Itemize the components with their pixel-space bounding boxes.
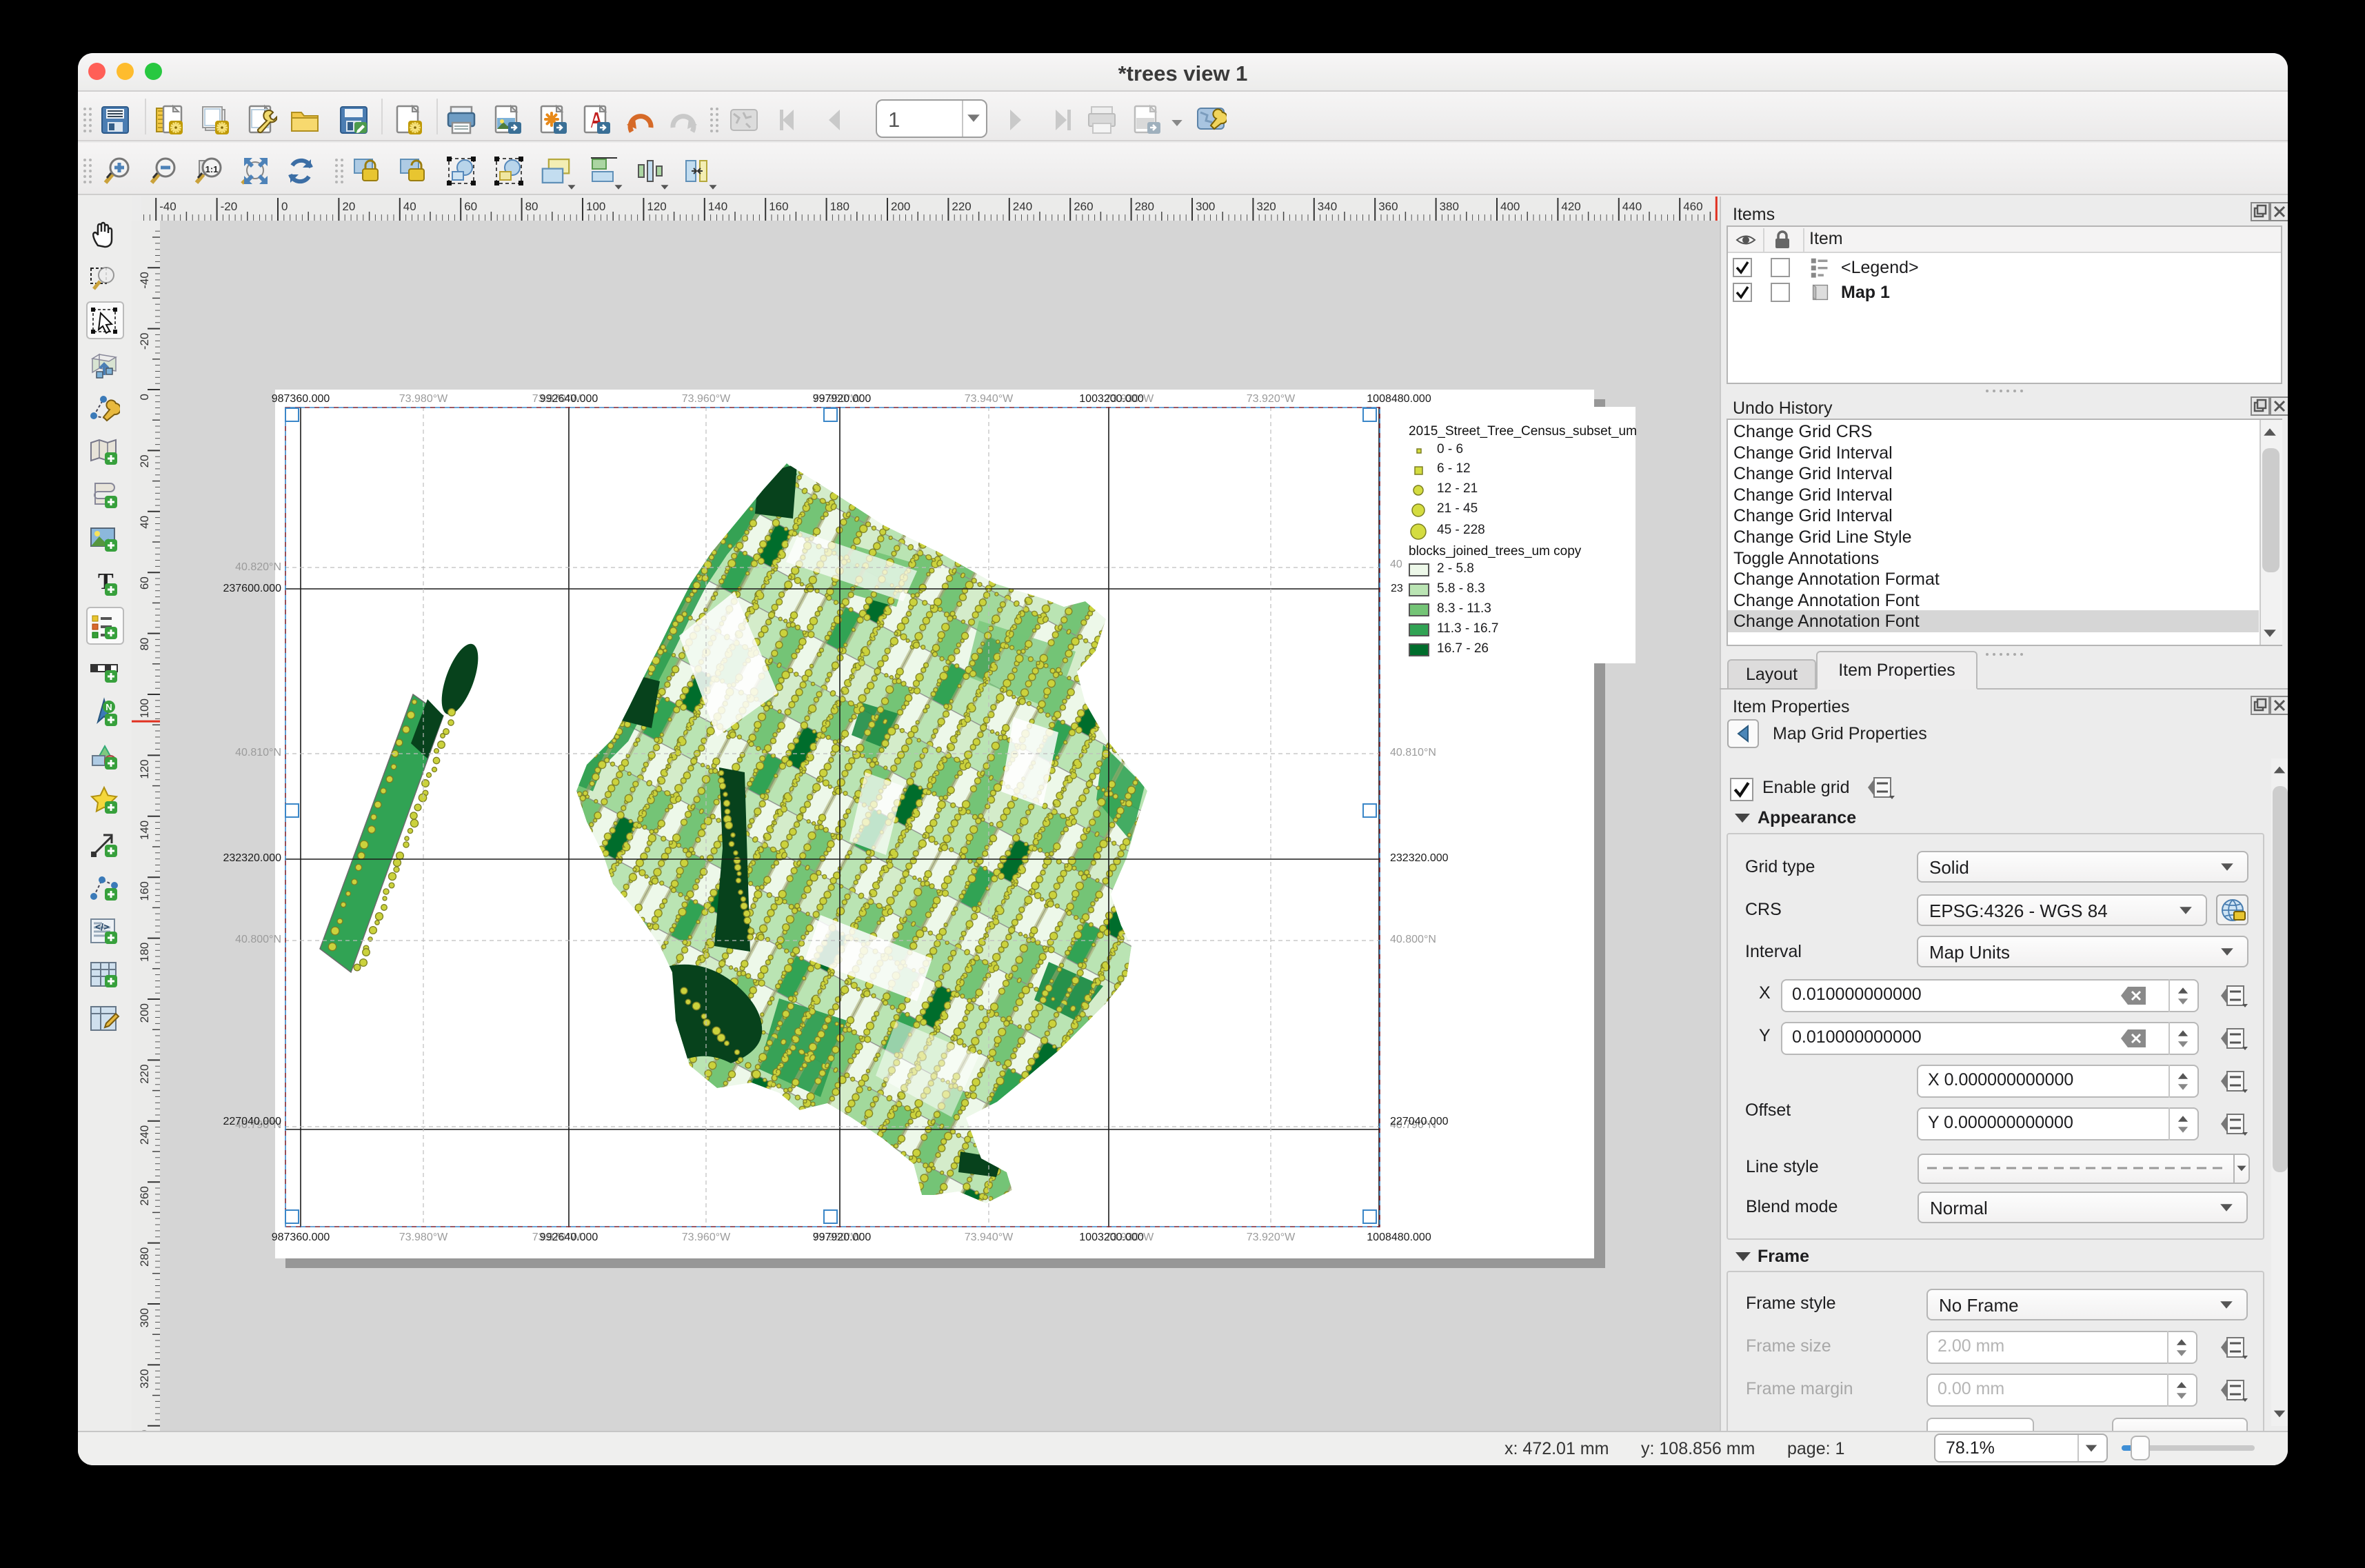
svg-text:260: 260	[138, 1186, 151, 1205]
svg-text:280: 280	[138, 1247, 151, 1267]
svg-text:380: 380	[1440, 200, 1459, 213]
svg-text:-20: -20	[138, 333, 151, 350]
svg-text:40: 40	[403, 200, 416, 213]
svg-text:0: 0	[281, 200, 288, 213]
svg-text:200: 200	[891, 200, 910, 213]
svg-text:40: 40	[138, 516, 151, 529]
svg-text:120: 120	[138, 759, 151, 778]
svg-text:220: 220	[952, 200, 971, 213]
svg-text:80: 80	[138, 638, 151, 651]
svg-text:220: 220	[138, 1064, 151, 1083]
svg-text:180: 180	[138, 943, 151, 962]
svg-text:20: 20	[342, 200, 355, 213]
svg-text:240: 240	[138, 1125, 151, 1145]
svg-text:320: 320	[1256, 200, 1276, 213]
svg-text:260: 260	[1074, 200, 1093, 213]
svg-text:340: 340	[1318, 200, 1337, 213]
svg-text:460: 460	[1683, 200, 1702, 213]
svg-text:200: 200	[138, 1003, 151, 1023]
svg-text:1:1: 1:1	[205, 164, 219, 174]
svg-text:120: 120	[647, 200, 666, 213]
svg-text:0: 0	[138, 394, 151, 400]
svg-text:20: 20	[138, 454, 151, 468]
svg-text:140: 140	[138, 821, 151, 840]
svg-text:140: 140	[708, 200, 727, 213]
svg-text:100: 100	[586, 200, 605, 213]
svg-text:160: 160	[769, 200, 788, 213]
svg-text:440: 440	[1622, 200, 1642, 213]
svg-text:</>: </>	[95, 921, 109, 932]
svg-text:280: 280	[1135, 200, 1154, 213]
svg-text:60: 60	[138, 576, 151, 590]
svg-text:80: 80	[525, 200, 539, 213]
svg-text:160: 160	[138, 881, 151, 901]
svg-text:400: 400	[1500, 200, 1520, 213]
svg-text:60: 60	[464, 200, 477, 213]
svg-text:360: 360	[1378, 200, 1398, 213]
svg-text:-20: -20	[221, 200, 238, 213]
svg-text:N: N	[105, 702, 112, 712]
svg-text:420: 420	[1561, 200, 1580, 213]
svg-text:300: 300	[138, 1308, 151, 1327]
svg-text:-40: -40	[138, 272, 151, 289]
svg-text:-40: -40	[159, 200, 177, 213]
svg-text:300: 300	[1196, 200, 1215, 213]
svg-text:240: 240	[1013, 200, 1032, 213]
svg-text:180: 180	[830, 200, 849, 213]
svg-text:320: 320	[138, 1369, 151, 1388]
svg-text:100: 100	[138, 698, 151, 718]
